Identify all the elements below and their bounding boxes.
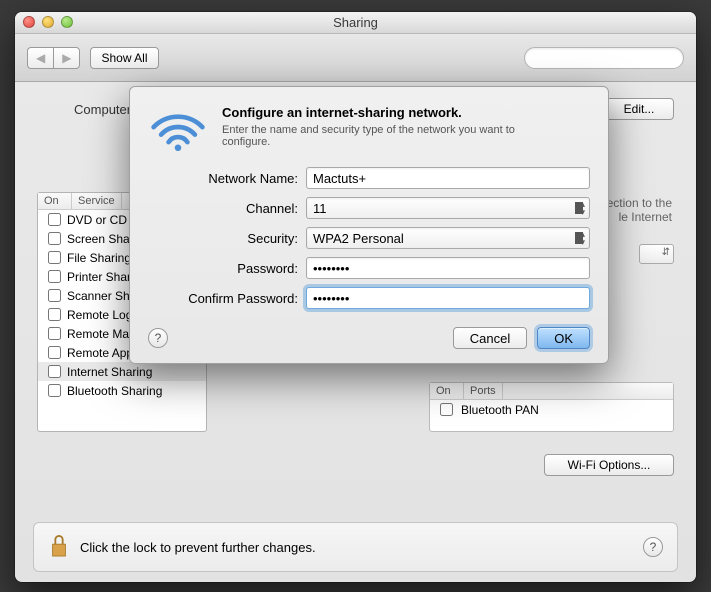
channel-value: 11 <box>313 201 327 216</box>
toolbar: ◀ ▶ Show All <box>15 34 696 82</box>
password-input[interactable] <box>306 257 590 279</box>
channel-label: Channel: <box>148 201 298 216</box>
minimize-window-button[interactable] <box>42 16 54 28</box>
updown-icon: ▴▾ <box>580 230 585 246</box>
close-window-button[interactable] <box>23 16 35 28</box>
service-row[interactable]: Bluetooth Sharing <box>38 381 206 400</box>
service-checkbox[interactable] <box>48 327 61 340</box>
sheet-help-button[interactable]: ? <box>148 328 168 348</box>
service-checkbox[interactable] <box>48 384 61 397</box>
toolbar-search[interactable] <box>524 47 684 69</box>
ports-header-on: On <box>430 383 464 399</box>
security-value: WPA2 Personal <box>313 231 404 246</box>
service-checkbox[interactable] <box>48 289 61 302</box>
network-name-input[interactable] <box>306 167 590 189</box>
cancel-button[interactable]: Cancel <box>453 327 527 349</box>
info-line1: ection to the <box>607 196 672 210</box>
updown-icon: ▴▾ <box>580 200 585 216</box>
service-label: File Sharing <box>67 251 131 265</box>
ports-row-label: Bluetooth PAN <box>461 403 539 417</box>
zoom-window-button[interactable] <box>61 16 73 28</box>
ports-row-checkbox[interactable] <box>440 403 453 416</box>
lock-icon[interactable] <box>48 532 70 563</box>
back-button[interactable]: ◀ <box>27 47 53 69</box>
confirm-password-label: Confirm Password: <box>148 291 298 306</box>
service-label: Bluetooth Sharing <box>67 384 162 398</box>
show-all-button[interactable]: Show All <box>90 47 158 69</box>
lock-text: Click the lock to prevent further change… <box>80 540 316 555</box>
ok-button[interactable]: OK <box>537 327 590 349</box>
forward-button[interactable]: ▶ <box>53 47 80 69</box>
service-label: Internet Sharing <box>67 365 152 379</box>
wifi-icon <box>148 105 208 153</box>
lock-bar: Click the lock to prevent further change… <box>33 522 678 572</box>
ports-header-ports: Ports <box>464 383 503 399</box>
configure-sheet: Configure an internet-sharing network. E… <box>129 86 609 364</box>
service-checkbox[interactable] <box>48 270 61 283</box>
ports-header: On Ports <box>430 383 673 400</box>
nav-back-forward: ◀ ▶ <box>27 47 80 69</box>
network-name-label: Network Name: <box>148 171 298 186</box>
security-select[interactable]: WPA2 Personal ▴▾ <box>306 227 590 249</box>
sheet-title: Configure an internet-sharing network. <box>222 105 462 120</box>
traffic-lights <box>23 16 73 28</box>
sheet-footer: ? Cancel OK <box>148 327 590 349</box>
service-checkbox[interactable] <box>48 365 61 378</box>
services-header-on: On <box>38 193 72 209</box>
back-icon: ◀ <box>36 51 45 65</box>
search-input[interactable] <box>537 50 696 66</box>
help-button[interactable]: ? <box>643 537 663 557</box>
window-title: Sharing <box>333 15 378 30</box>
service-checkbox[interactable] <box>48 308 61 321</box>
titlebar: Sharing <box>15 12 696 34</box>
ports-row[interactable]: Bluetooth PAN <box>430 400 673 419</box>
sheet-header: Configure an internet-sharing network. E… <box>148 105 590 153</box>
services-header-service: Service <box>72 193 122 209</box>
edit-button[interactable]: Edit... <box>604 98 674 120</box>
service-checkbox[interactable] <box>48 232 61 245</box>
security-label: Security: <box>148 231 298 246</box>
info-line2: le Internet <box>619 210 672 224</box>
preferences-window: Sharing ◀ ▶ Show All Computer Name: Edit… <box>15 12 696 582</box>
password-label: Password: <box>148 261 298 276</box>
service-row[interactable]: Internet Sharing <box>38 362 206 381</box>
channel-select[interactable]: 11 ▴▾ <box>306 197 590 219</box>
share-connection-popup[interactable] <box>639 244 674 264</box>
forward-icon: ▶ <box>62 51 71 65</box>
service-checkbox[interactable] <box>48 251 61 264</box>
service-checkbox[interactable] <box>48 346 61 359</box>
ports-table: On Ports Bluetooth PAN <box>429 382 674 432</box>
wifi-options-button[interactable]: Wi-Fi Options... <box>544 454 674 476</box>
sheet-subtitle: Enter the name and security type of the … <box>222 124 562 148</box>
confirm-password-input[interactable] <box>306 287 590 309</box>
service-checkbox[interactable] <box>48 213 61 226</box>
